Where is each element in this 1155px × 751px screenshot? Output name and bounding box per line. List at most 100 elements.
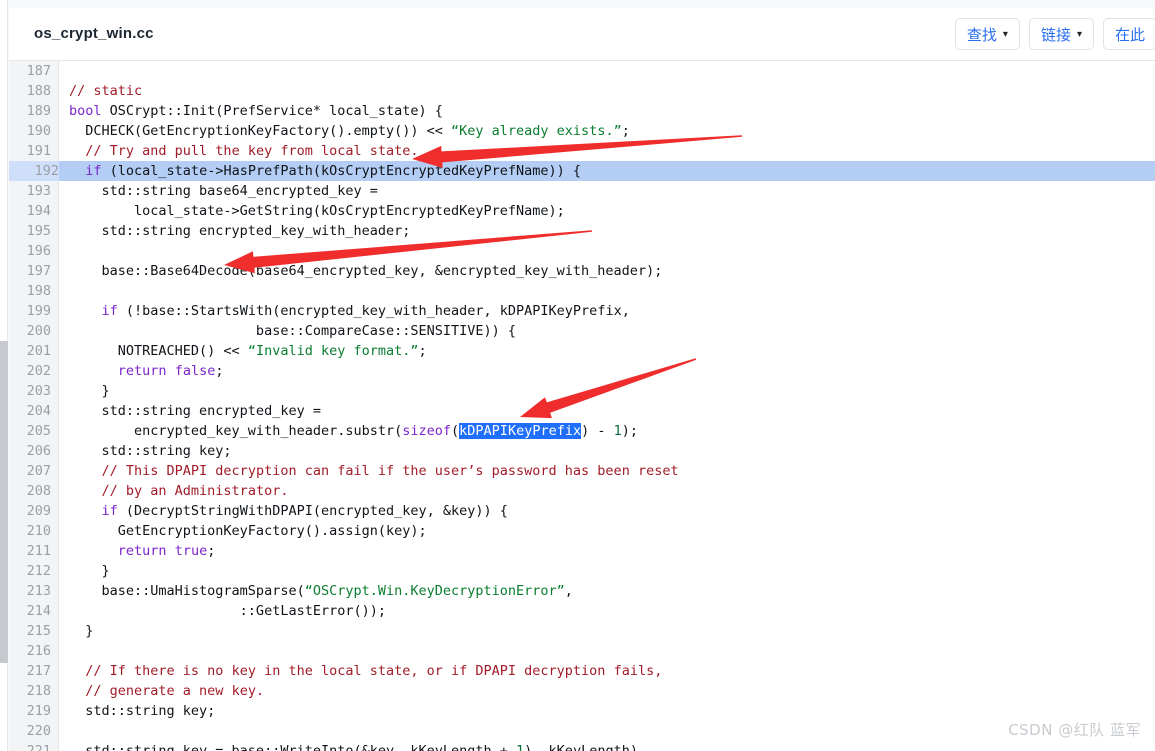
code-line[interactable]: 195 std::string encrypted_key_with_heade… [9,221,1155,241]
code-token: sizeof [402,423,452,439]
code-token: bool [69,103,102,119]
code-line[interactable]: 199 if (!base::StartsWith(encrypted_key_… [9,301,1155,321]
code-token: base::Base64Decode(base64_encrypted_key,… [69,263,663,279]
code-line[interactable]: 210 GetEncryptionKeyFactory().assign(key… [9,521,1155,541]
code-line-text: local_state->GetString(kOsCryptEncrypted… [69,201,565,221]
code-line[interactable]: 214 ::GetLastError()); [9,601,1155,621]
code-line[interactable]: 187 [9,61,1155,81]
line-number: 193 [26,183,51,199]
code-line-text: GetEncryptionKeyFactory().assign(key); [69,521,427,541]
code-line-text: // If there is no key in the local state… [69,661,662,681]
code-line[interactable]: 218 // generate a new key. [9,681,1155,701]
here-button[interactable]: 在此 [1102,18,1155,50]
line-number: 219 [26,703,51,719]
code-line-text: // by an Administrator. [69,481,289,501]
code-token: ::GetLastError()); [69,603,386,619]
code-token: if [85,163,102,179]
line-number: 209 [26,503,51,519]
code-token: std::string encrypted_key_with_header; [69,223,411,239]
line-number: 191 [26,143,51,159]
code-token: return [117,363,167,379]
code-line[interactable]: 193 std::string base64_encrypted_key = [9,181,1155,201]
code-line[interactable]: 217 // If there is no key in the local s… [9,661,1155,681]
code-line[interactable]: 197 base::Base64Decode(base64_encrypted_… [9,261,1155,281]
code-line[interactable]: 206 std::string key; [9,441,1155,461]
code-line[interactable]: 188 // static [9,81,1155,101]
code-token: DCHECK(GetEncryptionKeyFactory().empty()… [69,123,452,139]
code-line[interactable]: 208 // by an Administrator. [9,481,1155,501]
code-line[interactable]: 201 NOTREACHED() << “Invalid key format.… [9,341,1155,361]
code-lines[interactable]: 187 188 // static 189 bool OSCrypt::Init(Pre… [9,61,1155,751]
code-line[interactable]: 204 std::string encrypted_key = [9,401,1155,421]
code-token: “Key already exists.” [451,123,622,139]
code-token: “Invalid key format.” [247,343,419,359]
find-button[interactable]: 查找 ▾ [954,18,1020,50]
code-token: base::CompareCase::SENSITIVE)) { [69,323,517,339]
line-number: 200 [26,323,51,339]
code-line[interactable]: 220 [9,721,1155,741]
line-number: 203 [26,383,51,399]
code-line[interactable]: 200 base::CompareCase::SENSITIVE)) { [9,321,1155,341]
code-line[interactable]: 209 if (DecryptStringWithDPAPI(encrypted… [9,501,1155,521]
line-number: 215 [26,623,51,639]
code-token: ; [215,363,224,379]
code-token: ; [207,543,216,559]
code-panel[interactable]: 187 188 // static 189 bool OSCrypt::Init(Pre… [9,61,1155,751]
code-line[interactable]: 189 bool OSCrypt::Init(PrefService* local… [9,101,1155,121]
code-token: encrypted_key_with_header.substr( [69,423,403,439]
code-line[interactable]: 198 [9,281,1155,301]
code-line[interactable]: 215 } [9,621,1155,641]
code-line[interactable]: 207 // This DPAPI decryption can fail if… [9,461,1155,481]
code-line[interactable]: 211 return true; [9,541,1155,561]
code-line[interactable]: 192 if (local_state->HasPrefPath(kOsCryp… [9,161,1155,181]
code-line-text: // Try and pull the key from local state… [69,141,418,161]
code-line-text: if (!base::StartsWith(encrypted_key_with… [69,301,630,321]
link-button[interactable]: 链接 ▾ [1028,18,1094,50]
code-line[interactable]: 190 DCHECK(GetEncryptionKeyFactory().emp… [9,121,1155,141]
code-line[interactable]: 212 } [9,561,1155,581]
page-scrollbar-thumb[interactable] [0,341,8,663]
code-token: ; [621,123,630,139]
code-line[interactable]: 196 [9,241,1155,261]
code-line[interactable]: 205 encrypted_key_with_header.substr(siz… [9,421,1155,441]
code-token: std::string key; [69,703,216,719]
code-line-text: return false; [69,361,224,381]
line-number: 206 [26,443,51,459]
line-number: 217 [26,663,51,679]
page-scrollbar-track[interactable] [0,0,8,751]
code-token: std::string encrypted_key = [69,403,321,419]
code-line[interactable]: 221 std::string key = base::WriteInto(&k… [9,741,1155,751]
code-line-text: if (local_state->HasPrefPath(kOsCryptEnc… [69,161,581,181]
code-line[interactable]: 216 [9,641,1155,661]
code-line-text: base::CompareCase::SENSITIVE)) { [69,321,516,341]
selected-token[interactable]: kDPAPIKeyPrefix [459,423,582,439]
code-line-text: DCHECK(GetEncryptionKeyFactory().empty()… [69,121,630,141]
code-token: true [174,543,208,559]
code-line[interactable]: 194 local_state->GetString(kOsCryptEncry… [9,201,1155,221]
code-token: local_state->GetString(kOsCryptEncrypted… [69,203,565,219]
code-line[interactable]: 202 return false; [9,361,1155,381]
code-line-text: // generate a new key. [69,681,264,701]
line-number: 211 [26,543,51,559]
file-header: os_crypt_win.cc 查找 ▾ 链接 ▾ 在此 [9,8,1155,61]
code-line[interactable]: 191 // Try and pull the key from local s… [9,141,1155,161]
line-number: 195 [26,223,51,239]
code-token: // If there is no key in the local state… [85,663,663,679]
code-line-text: std::string key; [69,441,232,461]
line-number: 196 [26,243,51,259]
code-line[interactable]: 219 std::string key; [9,701,1155,721]
code-line[interactable]: 213 base::UmaHistogramSparse(“OSCrypt.Wi… [9,581,1155,601]
code-line[interactable]: 203 } [9,381,1155,401]
link-button-label: 链接 [1040,25,1071,44]
code-token: (DecryptStringWithDPAPI(encrypted_key, &… [117,503,508,519]
line-number: 194 [26,203,51,219]
code-token: } [69,623,94,639]
line-number: 210 [26,523,51,539]
